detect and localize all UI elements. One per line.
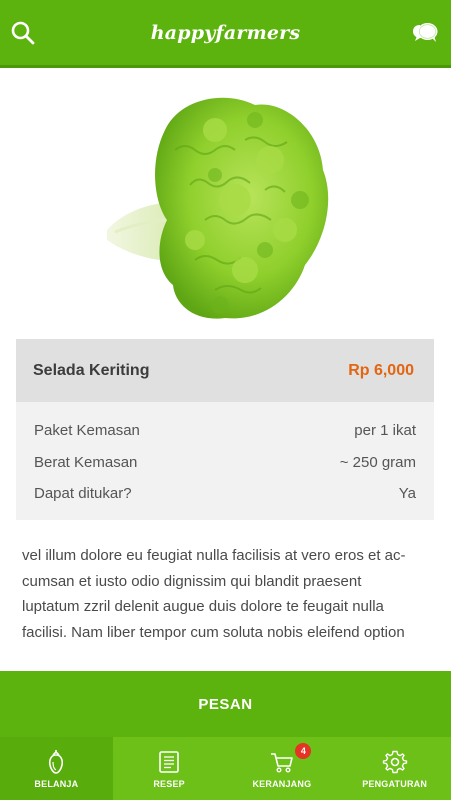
search-icon xyxy=(11,21,35,45)
cart-icon xyxy=(270,752,293,773)
detail-row-exchangeable: Dapat ditukar? Ya xyxy=(34,478,416,510)
product-details: Paket Kemasan per 1 ikat Berat Kemasan ~… xyxy=(16,402,434,510)
chat-button[interactable] xyxy=(411,19,439,47)
product-name: Selada Keriting xyxy=(33,361,150,379)
product-header: Selada Keriting Rp 6,000 xyxy=(16,339,434,402)
product-price: Rp 6,000 xyxy=(348,361,414,379)
description-line: luptatum zzril delenit augue duis dolore… xyxy=(22,598,384,615)
nav-item-pengaturan[interactable]: PENGATURAN xyxy=(338,737,451,800)
brand-logo: happyfarmers xyxy=(150,21,301,44)
order-button[interactable]: PESAN xyxy=(0,671,451,737)
product-info-card: Selada Keriting Rp 6,000 Paket Kemasan p… xyxy=(16,339,434,520)
product-description: vel illum dolore eu feugiat nulla facili… xyxy=(22,543,436,645)
nav-item-resep[interactable]: RESEP xyxy=(113,737,226,800)
nav-label: BELANJA xyxy=(34,778,79,789)
detail-label: Berat Kemasan xyxy=(34,453,138,471)
nav-item-belanja[interactable]: BELANJA xyxy=(0,737,113,800)
nav-label: RESEP xyxy=(153,778,185,789)
nav-label: KERANJANG xyxy=(252,778,312,789)
detail-label: Dapat ditukar? xyxy=(34,485,132,503)
search-button[interactable] xyxy=(10,20,36,46)
detail-value: per 1 ikat xyxy=(354,422,416,440)
chat-bubbles-icon xyxy=(413,23,438,42)
order-button-label: PESAN xyxy=(198,695,253,713)
bottom-nav: BELANJA RESEP 4 KERANJANG PENGATURAN xyxy=(0,737,451,800)
detail-value: ~ 250 gram xyxy=(339,453,416,471)
app-header: happyfarmers xyxy=(0,0,451,68)
gear-icon xyxy=(382,750,407,773)
description-line: facilisi. Nam liber tempor cum soluta no… xyxy=(22,623,405,641)
description-line: vel illum dolore eu feugiat nulla facili… xyxy=(22,547,406,564)
detail-row-weight: Berat Kemasan ~ 250 gram xyxy=(34,447,416,479)
detail-value: Ya xyxy=(398,485,416,503)
eggplant-icon xyxy=(49,749,64,774)
detail-label: Paket Kemasan xyxy=(34,422,140,440)
cart-count-badge: 4 xyxy=(295,743,312,759)
product-image xyxy=(95,90,335,325)
nav-label: PENGATURAN xyxy=(362,778,428,789)
description-line: cumsan et iusto odio dignissim qui bland… xyxy=(22,572,362,590)
lettuce-image xyxy=(107,97,329,319)
nav-item-keranjang[interactable]: 4 KERANJANG xyxy=(226,737,339,800)
recipe-book-icon xyxy=(159,750,179,773)
detail-row-package: Paket Kemasan per 1 ikat xyxy=(34,415,416,447)
